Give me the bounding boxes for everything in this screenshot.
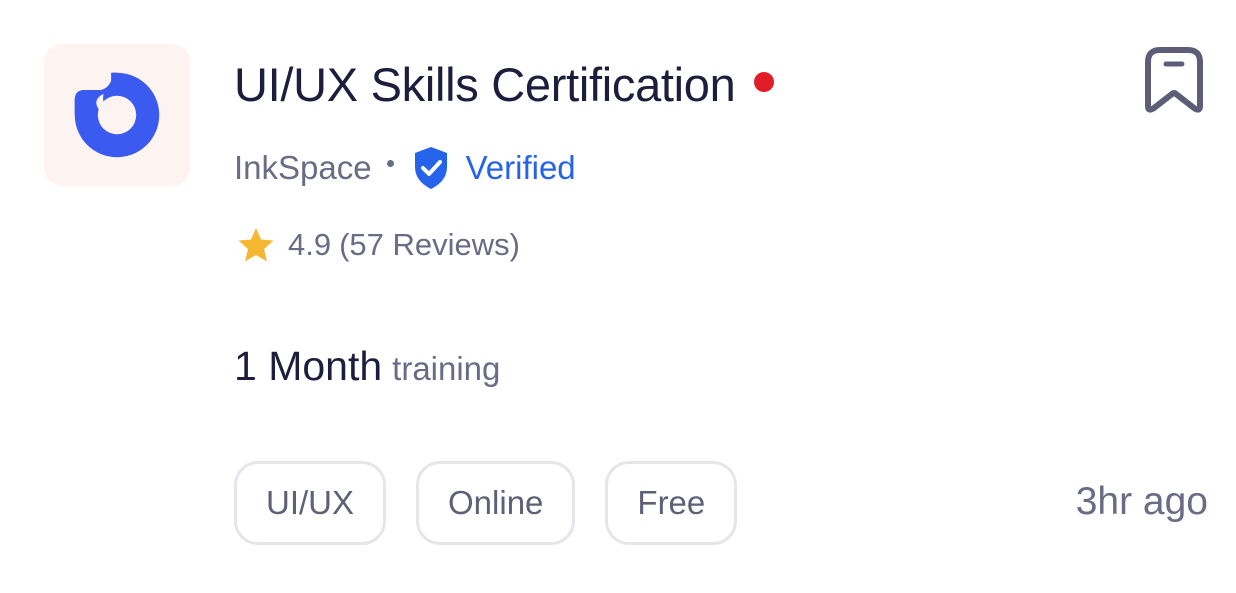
bookmark-button[interactable] [1140,44,1208,116]
course-title[interactable]: UI/UX Skills Certification [234,57,736,112]
verified-label: Verified [465,149,576,186]
duration-value: 1 Month [234,343,383,389]
company-logo [44,44,190,186]
status-dot [753,72,774,92]
tag-free[interactable]: Free [605,461,738,545]
rating-row: 4.9 (57 Reviews) [236,220,520,270]
bookmark-icon [1145,47,1203,113]
rating-value: 4.9 [288,227,332,262]
tag-online[interactable]: Online [416,461,576,545]
reviews-count[interactable]: (57 Reviews) [339,227,520,263]
posted-time: 3hr ago [1075,480,1208,523]
separator-dot [386,159,394,167]
duration-row: 1 Month training [234,343,500,399]
duration-suffix: training [392,350,501,387]
tag-uiux[interactable]: UI/UX [234,461,387,545]
course-card[interactable]: UI/UX Skills Certification InkSpace Veri… [0,0,1236,593]
title-row: UI/UX Skills Certification [234,52,774,116]
company-name[interactable]: InkSpace [234,149,372,187]
company-row: InkSpace Verified [234,140,576,196]
verified-shield-icon [414,147,447,189]
brand-logo-icon [74,72,160,158]
star-icon [238,228,274,262]
tag-list: UI/UX Online Free [234,461,738,545]
